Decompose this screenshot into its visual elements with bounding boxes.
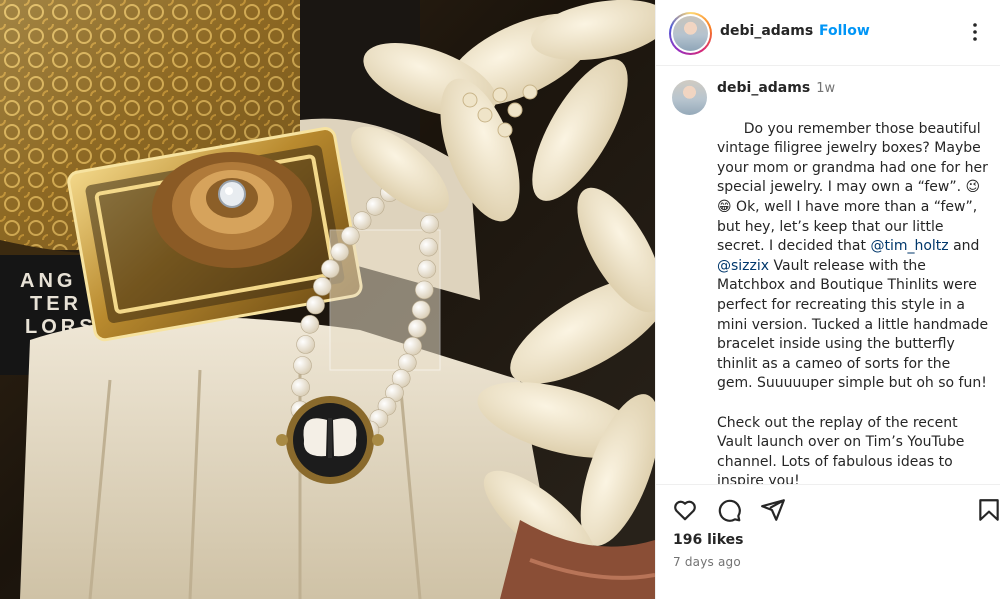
box-label-line1: ANG	[20, 270, 76, 292]
author-avatar[interactable]	[669, 12, 712, 55]
follow-button[interactable]: Follow	[819, 23, 870, 39]
like-count[interactable]: 196 likes	[673, 532, 743, 548]
share-icon[interactable]	[760, 497, 786, 523]
caption-username[interactable]: debi_adams	[717, 80, 810, 96]
jewelry-photo-illustration: ANG TER LORS	[0, 0, 655, 599]
pearl	[300, 314, 320, 334]
caption-avatar[interactable]	[672, 80, 707, 115]
post-photo[interactable]: ANG TER LORS	[0, 0, 655, 599]
pearl	[403, 336, 422, 356]
caption-section: debi_adams 1w Do you remember those beaut…	[656, 66, 1000, 484]
post-date[interactable]: 7 days ago	[673, 555, 741, 569]
action-bar: 196 likes 7 days ago	[656, 484, 1000, 599]
pearl	[397, 353, 417, 373]
mention-tim-holtz[interactable]: @tim_holtz	[870, 238, 948, 254]
comment-icon[interactable]	[716, 497, 742, 523]
more-options-icon[interactable]	[963, 20, 987, 44]
pearl	[420, 214, 439, 234]
pearl	[419, 237, 438, 257]
header-separator: ·	[809, 23, 814, 39]
pearl	[352, 211, 372, 230]
pearl	[417, 259, 437, 279]
bookmark-icon[interactable]	[976, 497, 1000, 523]
mention-sizzix[interactable]: @sizzix	[717, 258, 769, 274]
pearl	[293, 356, 312, 375]
caption-time[interactable]: 1w	[816, 81, 835, 96]
heart-icon[interactable]	[672, 497, 698, 523]
pearl	[306, 295, 325, 315]
author-username[interactable]: debi_adams	[720, 23, 813, 39]
pearl	[340, 226, 360, 246]
pearl	[330, 242, 350, 262]
caption-text: Do you remember those beautiful vintage …	[717, 100, 989, 484]
pearl	[365, 197, 385, 216]
caption-segment: Vault release with the Matchbox and Bout…	[717, 257, 989, 484]
pearl	[411, 300, 431, 320]
caption-header: debi_adams 1w	[717, 80, 835, 96]
pearl	[296, 335, 315, 354]
pearl	[291, 377, 310, 397]
post-sidebar: debi_adams · Follow debi_adams 1w Do you …	[655, 0, 1000, 599]
pearl	[313, 277, 332, 296]
box-label-line2: TER	[30, 293, 82, 315]
caption-segment: Do you remember those beautiful vintage …	[717, 120, 993, 255]
pearl	[407, 319, 427, 338]
post-header: debi_adams · Follow	[656, 0, 1000, 66]
pearl	[414, 280, 434, 300]
caption-segment: and	[948, 238, 984, 255]
pearl	[321, 259, 340, 279]
